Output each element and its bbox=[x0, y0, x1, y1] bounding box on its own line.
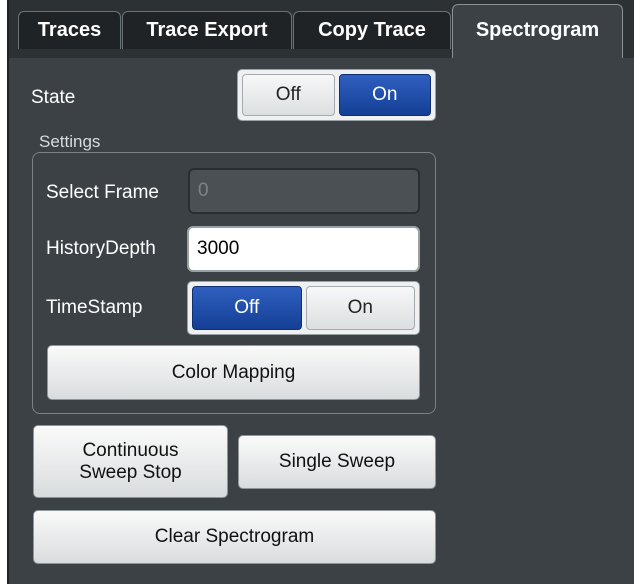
state-label: State bbox=[31, 87, 76, 108]
state-toggle: Off On bbox=[237, 69, 436, 121]
timestamp-toggle: Off On bbox=[187, 281, 420, 335]
continuous-sweep-line1: Continuous bbox=[82, 439, 179, 461]
state-off-button[interactable]: Off bbox=[242, 74, 335, 116]
timestamp-on-button[interactable]: On bbox=[305, 286, 415, 330]
timestamp-off-button[interactable]: Off bbox=[192, 286, 302, 330]
state-on-button[interactable]: On bbox=[338, 74, 431, 116]
history-depth-label: HistoryDepth bbox=[46, 238, 156, 259]
timestamp-label: TimeStamp bbox=[46, 297, 143, 318]
select-frame-field[interactable]: 0 bbox=[188, 168, 420, 214]
tab-bar: Traces Trace Export Copy Trace Spectrogr… bbox=[9, 0, 634, 58]
history-depth-field[interactable]: 3000 bbox=[187, 226, 420, 272]
clear-spectrogram-button[interactable]: Clear Spectrogram bbox=[33, 510, 436, 564]
spectrogram-panel: Traces Trace Export Copy Trace Spectrogr… bbox=[7, 0, 634, 584]
tab-spectrogram[interactable]: Spectrogram bbox=[452, 4, 623, 58]
select-frame-label: Select Frame bbox=[46, 182, 159, 203]
tab-trace-export[interactable]: Trace Export bbox=[122, 11, 292, 49]
tab-copy-trace[interactable]: Copy Trace bbox=[293, 11, 451, 49]
continuous-sweep-line2: Sweep Stop bbox=[79, 461, 182, 483]
color-mapping-button[interactable]: Color Mapping bbox=[47, 345, 420, 400]
tab-traces[interactable]: Traces bbox=[18, 11, 121, 49]
settings-group-label: Settings bbox=[39, 132, 101, 151]
continuous-sweep-stop-button[interactable]: Continuous Sweep Stop bbox=[33, 425, 228, 498]
single-sweep-button[interactable]: Single Sweep bbox=[238, 435, 436, 489]
